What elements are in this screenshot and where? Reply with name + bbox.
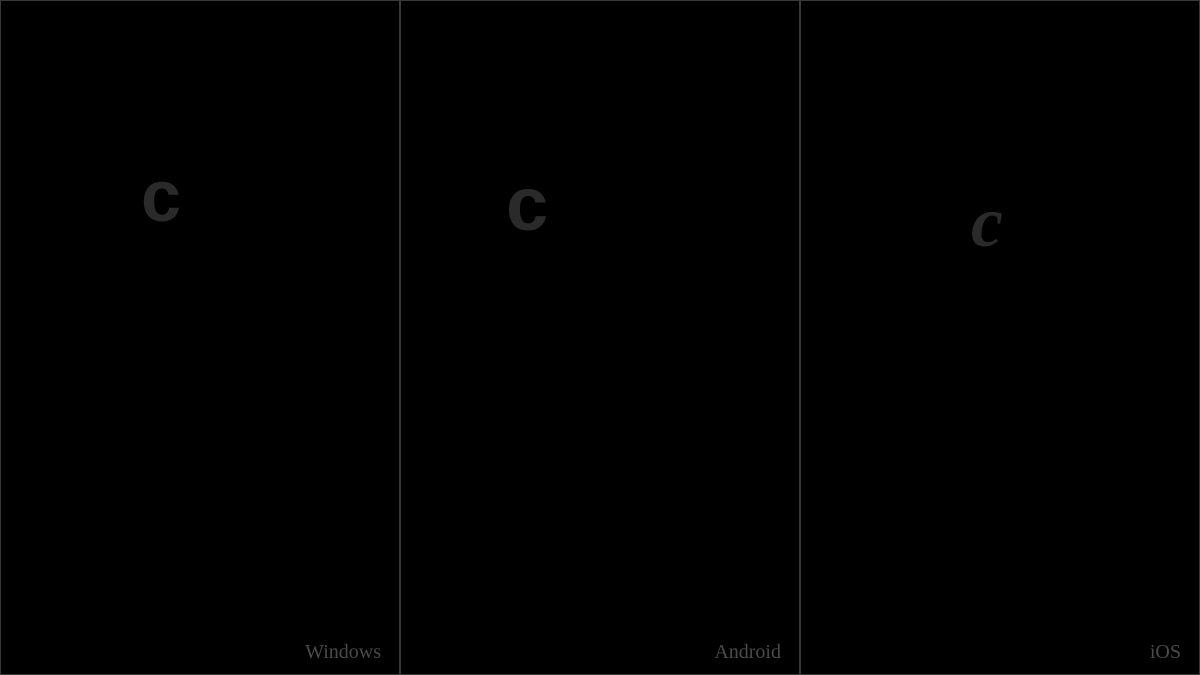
glyph-panel-ios: c iOS	[800, 0, 1200, 675]
glyph-panel-android: c Android	[400, 0, 800, 675]
glyph-character: c	[971, 181, 1003, 264]
glyph-character: c	[506, 161, 548, 248]
platform-label: Android	[714, 641, 781, 664]
glyph-character: c	[141, 156, 181, 238]
platform-label: iOS	[1150, 641, 1181, 664]
platform-label: Windows	[305, 641, 381, 664]
glyph-panel-windows: c Windows	[0, 0, 400, 675]
